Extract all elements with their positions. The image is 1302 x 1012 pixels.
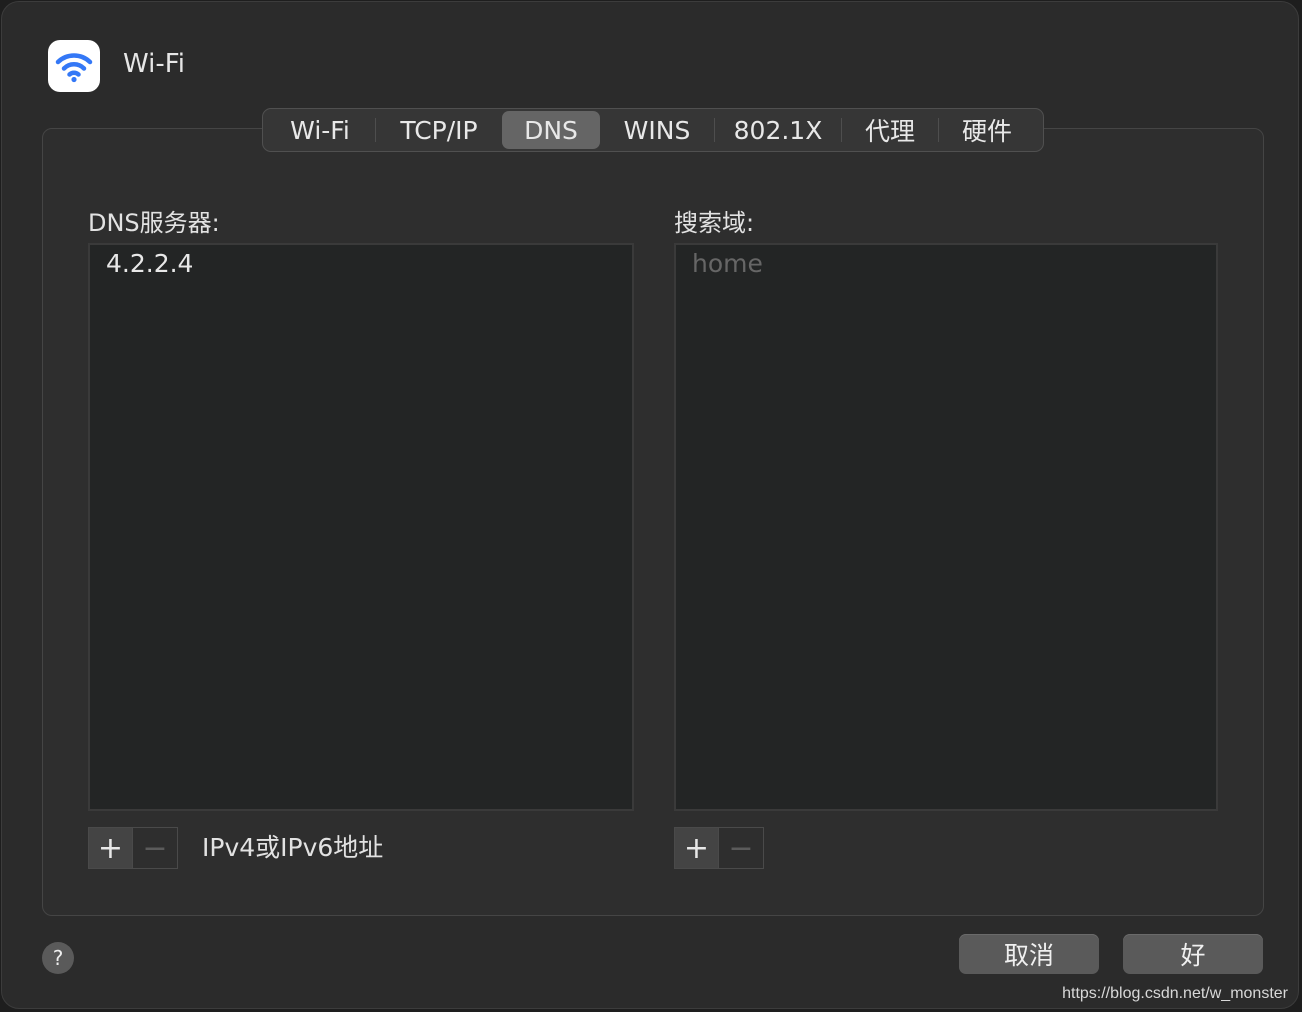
settings-panel: DNS服务器: 搜索域: 4.2.2.4 home + − + − xyxy=(42,128,1264,916)
wifi-icon xyxy=(55,53,93,83)
search-domain-add-remove-control: + − xyxy=(674,827,764,869)
tab-wins[interactable]: WINS xyxy=(600,111,714,149)
wifi-app-icon xyxy=(48,40,100,92)
tab-8021x[interactable]: 802.1X xyxy=(715,111,841,149)
tab-hardware[interactable]: 硬件 xyxy=(939,111,1035,149)
tab-tcpip[interactable]: TCP/IP xyxy=(376,111,502,149)
search-domain-remove-button[interactable]: − xyxy=(719,828,763,868)
cancel-button[interactable]: 取消 xyxy=(959,934,1099,974)
window-title: Wi-Fi xyxy=(123,49,186,79)
search-domains-label: 搜索域: xyxy=(674,209,755,237)
search-domains-placeholder: home xyxy=(692,249,763,278)
dns-servers-list[interactable]: 4.2.2.4 xyxy=(88,243,634,811)
help-button[interactable]: ? xyxy=(42,942,74,974)
dns-server-item[interactable]: 4.2.2.4 xyxy=(106,249,193,278)
watermark-text: https://blog.csdn.net/w_monster xyxy=(1062,985,1288,1002)
dns-remove-button[interactable]: − xyxy=(133,828,177,868)
dns-add-button[interactable]: + xyxy=(89,828,133,868)
search-domain-add-button[interactable]: + xyxy=(675,828,719,868)
network-settings-window: Wi-Fi DNS服务器: 搜索域: 4.2.2.4 home + − + − … xyxy=(1,1,1299,1009)
dns-address-hint: IPv4或IPv6地址 xyxy=(202,833,384,862)
tab-proxy[interactable]: 代理 xyxy=(842,111,938,149)
ok-button[interactable]: 好 xyxy=(1123,934,1263,974)
dns-servers-label: DNS服务器: xyxy=(88,209,220,237)
dns-add-remove-control: + − xyxy=(88,827,178,869)
tab-wifi[interactable]: Wi-Fi xyxy=(265,111,375,149)
tab-bar: Wi-Fi TCP/IP DNS WINS 802.1X 代理 硬件 xyxy=(262,108,1044,152)
tab-dns[interactable]: DNS xyxy=(502,111,600,149)
search-domains-list[interactable]: home xyxy=(674,243,1218,811)
